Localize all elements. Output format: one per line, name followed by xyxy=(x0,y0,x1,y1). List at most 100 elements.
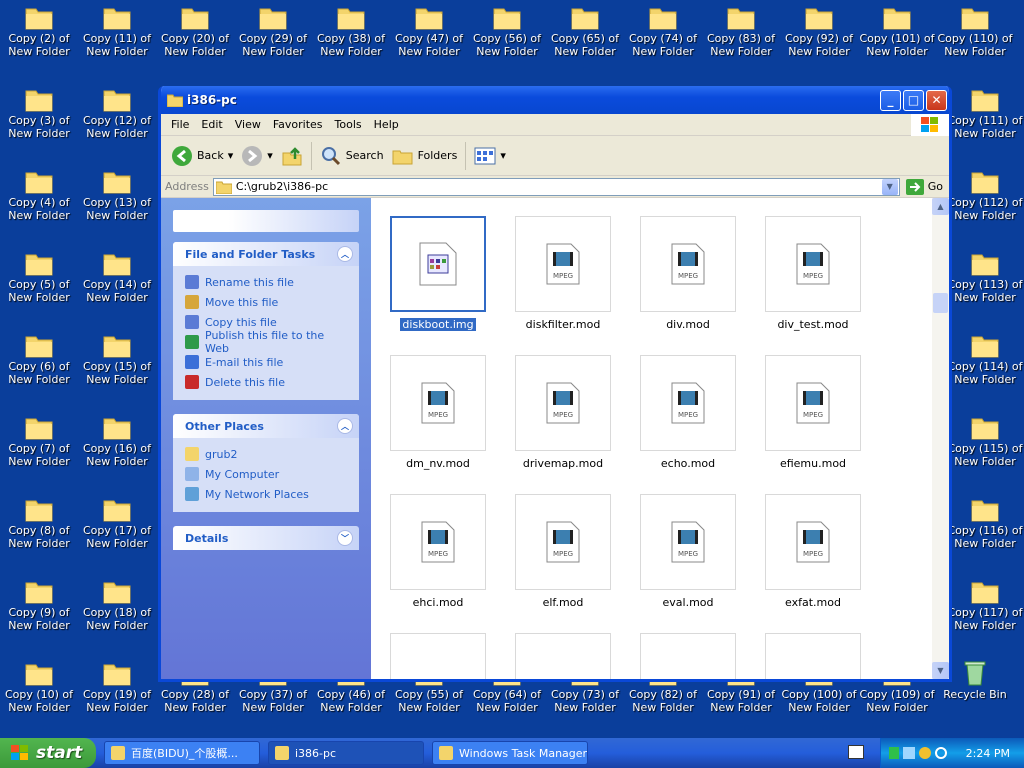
desktop-icon-folder[interactable]: Copy (10) of New Folder xyxy=(0,656,78,734)
place-my-computer[interactable]: My Computer xyxy=(185,464,349,484)
move-file-link[interactable]: Move this file xyxy=(185,292,349,312)
file-thumbnail[interactable]: MPEG xyxy=(515,216,611,312)
file-item[interactable]: MPEG div_test.mod xyxy=(758,216,868,331)
file-thumbnail[interactable]: MPEG xyxy=(390,355,486,451)
file-name[interactable]: eval.mod xyxy=(661,596,716,609)
desktop-icon-folder[interactable]: Copy (5) of New Folder xyxy=(0,246,78,324)
desktop-icon-folder[interactable]: Copy (110) of New Folder xyxy=(936,0,1014,78)
file-thumbnail[interactable]: MPEG xyxy=(515,355,611,451)
file-thumbnail[interactable]: MPEG xyxy=(390,494,486,590)
place-my-network-places[interactable]: My Network Places xyxy=(185,484,349,504)
file-folder-tasks-header[interactable]: File and Folder Tasks ︿ xyxy=(173,242,359,266)
desktop-icon-folder[interactable]: Copy (8) of New Folder xyxy=(0,492,78,570)
desktop-icon-folder[interactable]: Copy (83) of New Folder xyxy=(702,0,780,78)
scroll-down-icon[interactable]: ▼ xyxy=(932,662,949,679)
file-thumbnail[interactable] xyxy=(765,633,861,679)
desktop-icon-folder[interactable]: Copy (117) of New Folder xyxy=(946,574,1024,652)
address-field[interactable]: C:\grub2\i386-pc ▼ xyxy=(212,177,900,196)
publish-web-link[interactable]: Publish this file to the Web xyxy=(185,329,349,355)
file-name[interactable]: drivemap.mod xyxy=(521,457,605,470)
up-button[interactable] xyxy=(277,140,307,172)
desktop-icon-folder[interactable]: Copy (18) of New Folder xyxy=(78,574,156,652)
file-item[interactable]: diskboot.img xyxy=(383,216,493,332)
file-thumbnail[interactable]: MPEG xyxy=(765,494,861,590)
desktop-icon-folder[interactable]: Copy (13) of New Folder xyxy=(78,164,156,242)
desktop-icon-folder[interactable]: Copy (112) of New Folder xyxy=(946,164,1024,242)
file-item[interactable]: MPEG efiemu.mod xyxy=(758,355,868,470)
desktop-icon-folder[interactable]: Copy (92) of New Folder xyxy=(780,0,858,78)
views-button[interactable]: ▾ xyxy=(470,140,510,172)
collapse-icon[interactable]: ︿ xyxy=(337,246,353,262)
clock[interactable]: 2:24 PM xyxy=(966,747,1010,760)
desktop-icon-folder[interactable]: Copy (19) of New Folder xyxy=(78,656,156,734)
file-item[interactable]: MPEG ehci.mod xyxy=(383,494,493,609)
file-item-partial[interactable] xyxy=(508,633,618,679)
file-name[interactable]: ehci.mod xyxy=(411,596,466,609)
close-button[interactable]: ✕ xyxy=(926,89,947,111)
taskbar-task[interactable]: i386-pc xyxy=(268,741,424,765)
views-dropdown-icon[interactable]: ▾ xyxy=(500,149,506,162)
back-dropdown-icon[interactable]: ▾ xyxy=(228,149,234,162)
file-name[interactable]: exfat.mod xyxy=(783,596,843,609)
desktop-icon-folder[interactable]: Copy (116) of New Folder xyxy=(946,492,1024,570)
desktop-icon-folder[interactable]: Copy (115) of New Folder xyxy=(946,410,1024,488)
desktop-icon-folder[interactable]: Copy (7) of New Folder xyxy=(0,410,78,488)
tray-green-icon[interactable] xyxy=(889,747,899,759)
go-button[interactable]: Go xyxy=(905,178,943,195)
desktop-icon-folder[interactable]: Copy (3) of New Folder xyxy=(0,82,78,160)
desktop-icon-folder[interactable]: Copy (14) of New Folder xyxy=(78,246,156,324)
details-header[interactable]: Details ﹀ xyxy=(173,526,359,550)
back-button[interactable]: Back ▾ xyxy=(167,140,237,172)
file-item-partial[interactable] xyxy=(758,633,868,679)
collapse-icon[interactable]: ︿ xyxy=(337,418,353,434)
desktop-icon-folder[interactable]: Copy (65) of New Folder xyxy=(546,0,624,78)
file-thumbnail[interactable]: MPEG xyxy=(640,355,736,451)
desktop-icon-folder[interactable]: Copy (15) of New Folder xyxy=(78,328,156,406)
email-file-link[interactable]: E-mail this file xyxy=(185,352,349,372)
tray-search-icon[interactable] xyxy=(935,747,947,759)
maximize-button[interactable]: □ xyxy=(903,89,924,111)
desktop-icon-folder[interactable]: Copy (9) of New Folder xyxy=(0,574,78,652)
file-item[interactable]: MPEG diskfilter.mod xyxy=(508,216,618,331)
file-name[interactable]: dm_nv.mod xyxy=(404,457,472,470)
menu-favorites[interactable]: Favorites xyxy=(267,118,329,131)
desktop-icon-folder[interactable]: Copy (17) of New Folder xyxy=(78,492,156,570)
file-item[interactable]: MPEG drivemap.mod xyxy=(508,355,618,470)
search-button[interactable]: Search xyxy=(316,140,388,172)
file-item[interactable]: MPEG div.mod xyxy=(633,216,743,331)
forward-button[interactable]: ▾ xyxy=(237,140,277,172)
desktop-icon-folder[interactable]: Copy (4) of New Folder xyxy=(0,164,78,242)
delete-file-link[interactable]: Delete this file xyxy=(185,372,349,392)
file-item[interactable]: MPEG dm_nv.mod xyxy=(383,355,493,470)
desktop-icon-folder[interactable]: Copy (111) of New Folder xyxy=(946,82,1024,160)
start-button[interactable]: start xyxy=(0,738,96,768)
file-name[interactable]: div_test.mod xyxy=(775,318,850,331)
desktop-icon-folder[interactable]: Copy (56) of New Folder xyxy=(468,0,546,78)
file-item[interactable]: MPEG eval.mod xyxy=(633,494,743,609)
file-thumbnail[interactable]: MPEG xyxy=(765,216,861,312)
desktop-icon-folder[interactable]: Copy (29) of New Folder xyxy=(234,0,312,78)
desktop-icon-folder[interactable]: Copy (2) of New Folder xyxy=(0,0,78,78)
desktop-icon-folder[interactable]: Copy (16) of New Folder xyxy=(78,410,156,488)
scrollbar-thumb[interactable] xyxy=(933,293,948,313)
file-thumbnail[interactable] xyxy=(640,633,736,679)
file-thumbnail[interactable]: MPEG xyxy=(765,355,861,451)
taskbar-task[interactable]: Windows Task Manager xyxy=(432,741,588,765)
menu-view[interactable]: View xyxy=(229,118,267,131)
file-thumbnail[interactable]: MPEG xyxy=(515,494,611,590)
file-name[interactable]: diskboot.img xyxy=(399,317,477,332)
desktop-icon-folder[interactable]: Copy (38) of New Folder xyxy=(312,0,390,78)
file-thumbnail[interactable]: MPEG xyxy=(640,494,736,590)
tray-network-icon[interactable] xyxy=(903,747,915,759)
desktop-icon-folder[interactable]: Copy (20) of New Folder xyxy=(156,0,234,78)
minimize-button[interactable]: _ xyxy=(880,89,901,111)
tray-shield-icon[interactable] xyxy=(919,747,931,759)
folders-button[interactable]: Folders xyxy=(388,140,462,172)
file-thumbnail[interactable] xyxy=(390,216,486,312)
file-thumbnail[interactable] xyxy=(515,633,611,679)
file-item[interactable]: MPEG echo.mod xyxy=(633,355,743,470)
file-thumbnail[interactable] xyxy=(390,633,486,679)
menu-help[interactable]: Help xyxy=(368,118,405,131)
file-name[interactable]: diskfilter.mod xyxy=(524,318,603,331)
scroll-up-icon[interactable]: ▲ xyxy=(932,198,949,215)
